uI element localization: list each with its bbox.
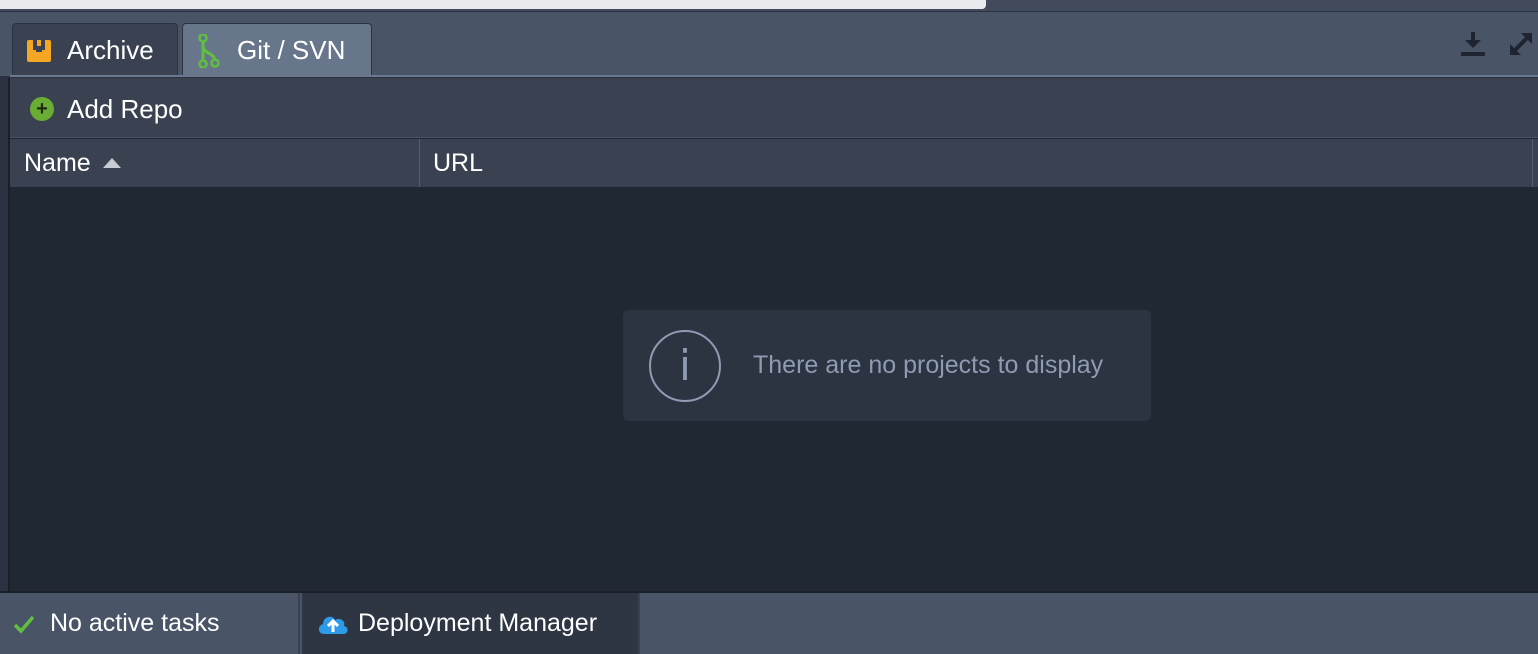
cloud-upload-icon [318,616,348,634]
column-header-name[interactable]: Name [10,139,420,187]
download-icon[interactable] [1458,29,1488,59]
empty-state: i There are no projects to display [623,310,1151,421]
expand-icon[interactable] [1506,29,1536,59]
tab-archive-label: Archive [67,35,154,65]
empty-state-message: There are no projects to display [753,351,1104,379]
git-branch-icon [196,33,222,68]
top-white-bar [0,0,986,9]
add-repo-label: Add Repo [67,93,183,124]
column-header-url[interactable]: URL [421,139,1533,187]
deployment-manager-label: Deployment Manager [358,609,598,637]
tab-git-svn-label: Git / SVN [237,35,346,65]
checkmark-icon [13,615,35,634]
grid-header: Name URL [10,139,1538,187]
status-bar: No active tasks Deployment Manager [0,591,1538,654]
task-status-label: No active tasks [50,609,220,637]
repo-panel: + Add Repo Name URL i There are no proje… [8,78,1538,591]
task-status[interactable]: No active tasks [0,593,300,654]
info-icon: i [649,329,721,402]
column-header-name-label: Name [24,148,91,177]
archive-icon [26,36,52,66]
tab-underline [10,75,1538,77]
panel-toolbar: + Add Repo [10,78,1538,138]
add-repo-button[interactable]: + Add Repo [30,92,183,126]
column-header-url-label: URL [433,148,484,177]
sort-ascending-icon [102,158,121,168]
tab-archive[interactable]: Archive [12,23,178,77]
deployment-manager-tab[interactable]: Deployment Manager [302,593,640,654]
tab-git-svn[interactable]: Git / SVN [182,23,372,77]
window-top-strip [0,0,1538,12]
add-circle-icon: + [30,97,54,121]
tab-bar: Archive Git / SVN [0,12,1538,77]
